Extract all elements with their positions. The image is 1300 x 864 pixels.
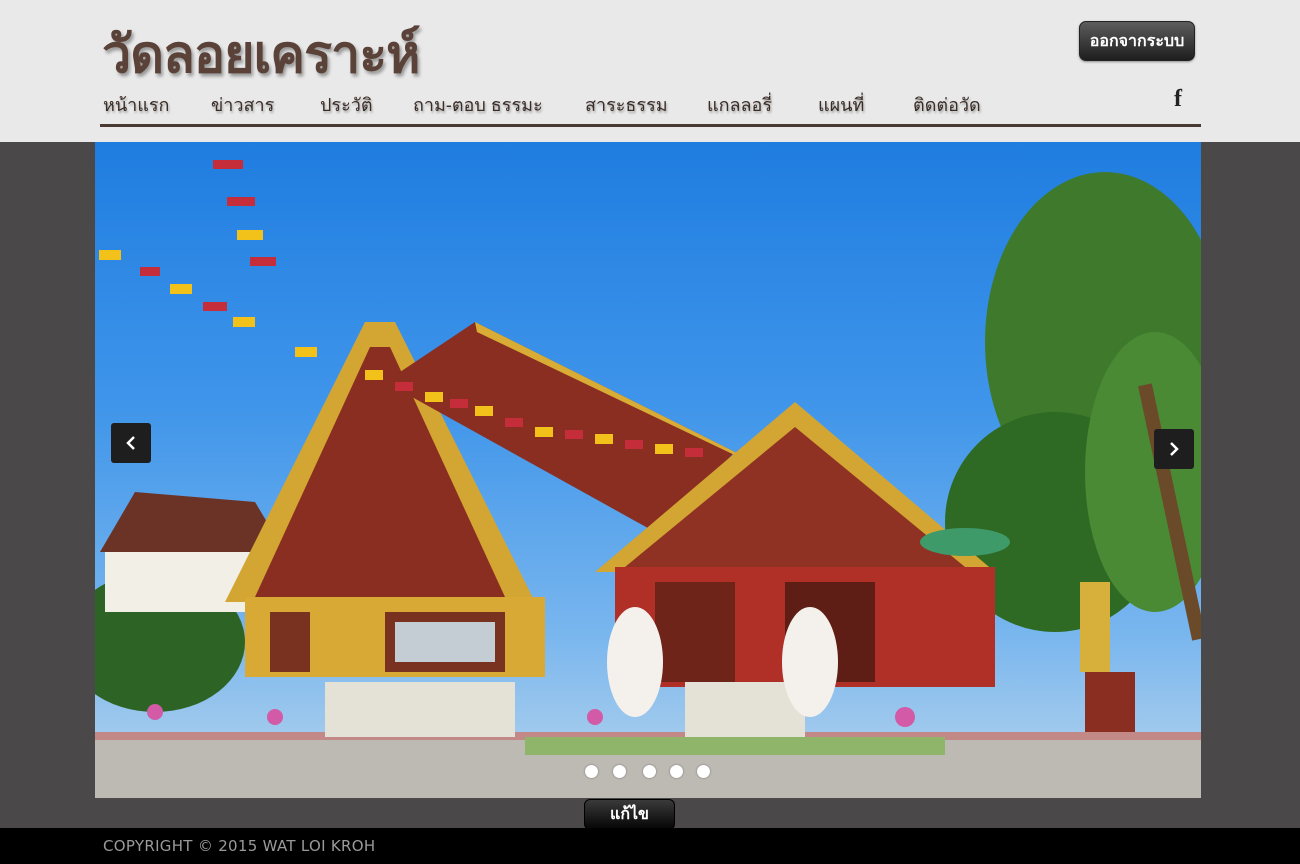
slider-next-button[interactable] <box>1154 429 1194 469</box>
temple-photo <box>95 160 1201 798</box>
logout-button[interactable]: ออกจากระบบ <box>1079 21 1195 61</box>
nav-item-map[interactable]: แผนที่ <box>818 90 864 119</box>
slider-dot-4[interactable] <box>670 765 683 778</box>
slider-dot-2[interactable] <box>613 765 626 778</box>
nav-divider <box>100 124 1201 127</box>
nav-item-contact[interactable]: ติดต่อวัด <box>913 90 981 119</box>
main-nav: หน้าแรก ข่าวสาร ประวัติ ถาม-ตอบ ธรรมะ สา… <box>100 84 1200 124</box>
slider-prev-button[interactable] <box>111 423 151 463</box>
nav-item-dhamma-qa[interactable]: ถาม-ตอบ ธรรมะ <box>413 90 543 119</box>
edit-button[interactable]: แก้ไข <box>584 799 675 830</box>
nav-item-gallery[interactable]: แกลลอรี่ <box>707 90 772 119</box>
slider-dot-1[interactable] <box>585 765 598 778</box>
nav-item-news[interactable]: ข่าวสาร <box>211 90 274 119</box>
chevron-left-icon <box>126 436 135 450</box>
facebook-icon[interactable]: f <box>1174 86 1182 113</box>
nav-item-home[interactable]: หน้าแรก <box>103 90 169 119</box>
nav-item-history[interactable]: ประวัติ <box>320 90 373 119</box>
image-slider[interactable] <box>95 142 1201 798</box>
site-title: วัดลอยเคราะห์ <box>102 25 420 85</box>
chevron-right-icon <box>1170 442 1179 456</box>
copyright-text: COPYRIGHT © 2015 WAT LOI KROH <box>103 837 376 855</box>
slider-dot-3[interactable] <box>643 765 656 778</box>
nav-item-dhamma-articles[interactable]: สาระธรรม <box>585 90 668 119</box>
slider-pagination <box>95 765 1201 779</box>
site-footer: COPYRIGHT © 2015 WAT LOI KROH <box>0 828 1300 864</box>
slider-dot-5[interactable] <box>697 765 710 778</box>
